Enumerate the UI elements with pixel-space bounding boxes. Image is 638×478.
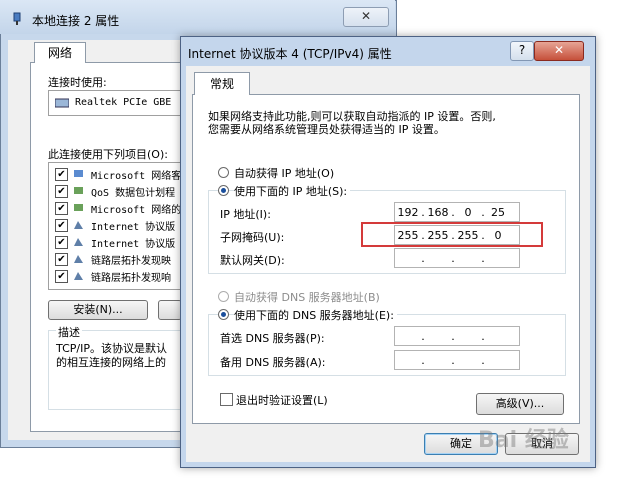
protocol-icon [73,271,84,281]
item-label: QoS 数据包计划程 [91,188,176,199]
items-list[interactable]: ✔ Microsoft 网络客 ✔ QoS 数据包计划程 ✔ Microsoft… [48,162,188,290]
octet-separator: . [481,329,485,343]
preferred-dns-label: 首选 DNS 服务器(P): [220,332,325,345]
auto-ip-radio[interactable] [218,167,229,178]
help-button[interactable]: ? [510,41,534,61]
use-ip-radio[interactable] [218,185,229,196]
item-checkbox[interactable]: ✔ [55,185,68,198]
use-dns-label[interactable]: 使用下面的 DNS 服务器地址(E): [234,307,397,323]
network-adapter-icon [54,98,70,108]
dialog-title: Internet 协议版本 4 (TCP/IPv4) 属性 [188,47,392,61]
validate-label[interactable]: 退出时验证设置(L) [236,392,328,408]
items-label: 此连接使用下列项目(O): [48,148,168,161]
octet-separator: . [421,329,425,343]
ip-octet-3: 0 [464,205,472,219]
preferred-dns-field[interactable]: . . . [394,326,520,346]
background-window-title: 本地连接 2 属性 [32,14,120,28]
network-service-icon [73,186,84,196]
description-label: 描述 [56,324,82,340]
adapter-name: Realtek PCIe GBE [75,97,172,108]
watermark: Bai 经验 [478,428,569,453]
protocol-icon [73,220,84,230]
install-button[interactable]: 安装(N)... [48,300,148,320]
network-service-icon [73,203,84,213]
item-label: Internet 协议版 [91,222,176,233]
ip-octet-2: 168 [427,205,449,219]
item-label: Microsoft 网络客 [91,171,182,182]
use-dns-radio[interactable] [218,309,229,320]
octet-separator: . [421,251,425,265]
item-label: 链路层拓扑发现响 [91,273,171,284]
adapter-box: Realtek PCIe GBE [48,90,188,116]
alternate-dns-label: 备用 DNS 服务器(A): [220,356,326,369]
protocol-icon [73,254,84,264]
uninstall-button-partial[interactable] [158,300,182,320]
background-close-button[interactable]: ✕ [343,7,389,27]
item-checkbox[interactable]: ✔ [55,253,68,266]
item-checkbox[interactable]: ✔ [55,219,68,232]
octet-separator: . [421,353,425,367]
item-label: Microsoft 网络的 [91,205,182,216]
advanced-button[interactable]: 高级(V)... [476,393,564,415]
tab-network[interactable]: 网络 [34,42,86,63]
network-connection-icon [10,12,24,26]
octet-separator: . [451,251,455,265]
alternate-dns-field[interactable]: . . . [394,350,520,370]
octet-separator: . [481,353,485,367]
auto-ip-label[interactable]: 自动获得 IP 地址(O) [234,165,334,181]
use-ip-label[interactable]: 使用下面的 IP 地址(S): [234,183,351,199]
subnet-highlight-box [361,222,543,247]
octet-separator: . [481,251,485,265]
connect-using-label: 连接时使用: [48,76,107,89]
item-checkbox[interactable]: ✔ [55,270,68,283]
item-checkbox[interactable]: ✔ [55,168,68,181]
ip-address-field[interactable]: 192. 168. 0. 25 [394,202,520,222]
item-checkbox[interactable]: ✔ [55,202,68,215]
item-label: 链路层拓扑发现映 [91,256,171,267]
validate-checkbox[interactable] [220,393,233,406]
intro-line-2: 您需要从网络系统管理员处获得适当的 IP 设置。 [208,123,445,136]
dialog-close-button[interactable]: ✕ [534,41,584,61]
octet-separator: . [451,353,455,367]
network-client-icon [73,169,84,179]
gateway-field[interactable]: . . . [394,248,520,268]
protocol-icon [73,237,84,247]
subnet-mask-label: 子网掩码(U): [220,231,285,244]
item-label: Internet 协议版 [91,239,176,250]
ip-address-label: IP 地址(I): [220,208,271,221]
gateway-label: 默认网关(D): [220,254,285,267]
tab-general[interactable]: 常规 [194,72,250,95]
ip-octet-1: 192 [397,205,419,219]
item-checkbox[interactable]: ✔ [55,236,68,249]
description-line-2: 的相互连接的网络上的 [56,356,166,369]
auto-dns-label[interactable]: 自动获得 DNS 服务器地址(B) [234,289,380,305]
auto-dns-radio[interactable] [218,291,229,302]
ip-octet-4: 25 [491,205,505,219]
octet-separator: . [451,329,455,343]
